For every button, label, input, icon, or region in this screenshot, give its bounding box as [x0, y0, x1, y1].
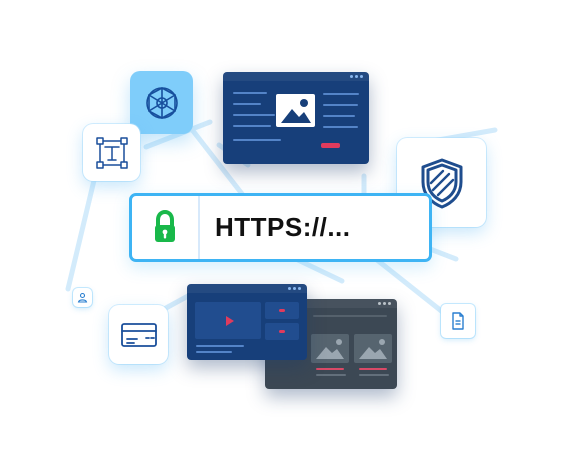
credit-card-tile — [109, 305, 168, 364]
text-tool-tile — [83, 124, 140, 181]
security-lock-box — [132, 196, 200, 259]
thumbnail-accent — [279, 309, 285, 312]
window-control-dot — [388, 302, 391, 305]
network-node-icon — [145, 86, 178, 119]
placeholder-line — [233, 139, 281, 141]
accent-line-placeholder — [316, 368, 344, 370]
security-illustration: HTTPS://... — [0, 0, 569, 450]
image-placeholder-icon — [281, 99, 311, 123]
accent-line-placeholder — [359, 368, 387, 370]
placeholder-line — [233, 125, 271, 127]
placeholder-line — [323, 115, 355, 117]
thumbnail-accent — [279, 330, 285, 333]
placeholder-line — [323, 104, 358, 106]
user-badge-icon — [77, 292, 88, 303]
window-title-bar — [223, 72, 369, 81]
window-control-dot — [350, 75, 353, 78]
window-control-dot — [383, 302, 386, 305]
placeholder-line — [196, 345, 244, 347]
accent-button-placeholder — [321, 143, 340, 148]
window-title-bar — [187, 284, 307, 293]
window-control-dot — [378, 302, 381, 305]
window-control-dot — [288, 287, 291, 290]
document-tile — [441, 304, 475, 338]
window-control-dot — [360, 75, 363, 78]
window-control-dot — [293, 287, 296, 290]
placeholder-line — [196, 351, 232, 353]
placeholder-line — [233, 92, 267, 94]
window-control-dot — [298, 287, 301, 290]
placeholder-line — [323, 93, 359, 95]
placeholder-line — [323, 126, 358, 128]
window-control-dot — [355, 75, 358, 78]
placeholder-line — [233, 114, 275, 116]
text-tool-icon — [95, 136, 128, 169]
user-badge-tile — [73, 288, 92, 307]
placeholder-line — [313, 315, 387, 317]
url-text: HTTPS://... — [215, 212, 351, 242]
placeholder-line — [233, 103, 261, 105]
video-webpage-window — [187, 284, 307, 360]
browser-url-bar[interactable]: HTTPS://... — [129, 193, 432, 262]
padlock-icon — [155, 209, 175, 242]
credit-card-icon — [120, 322, 157, 347]
placeholder-line — [359, 374, 389, 376]
play-icon — [226, 316, 234, 326]
network-node-tile — [130, 71, 193, 134]
image-placeholder-icon — [359, 339, 387, 359]
content-webpage-window — [223, 72, 369, 164]
image-placeholder-icon — [316, 339, 344, 359]
document-icon — [452, 312, 464, 330]
placeholder-line — [316, 374, 346, 376]
